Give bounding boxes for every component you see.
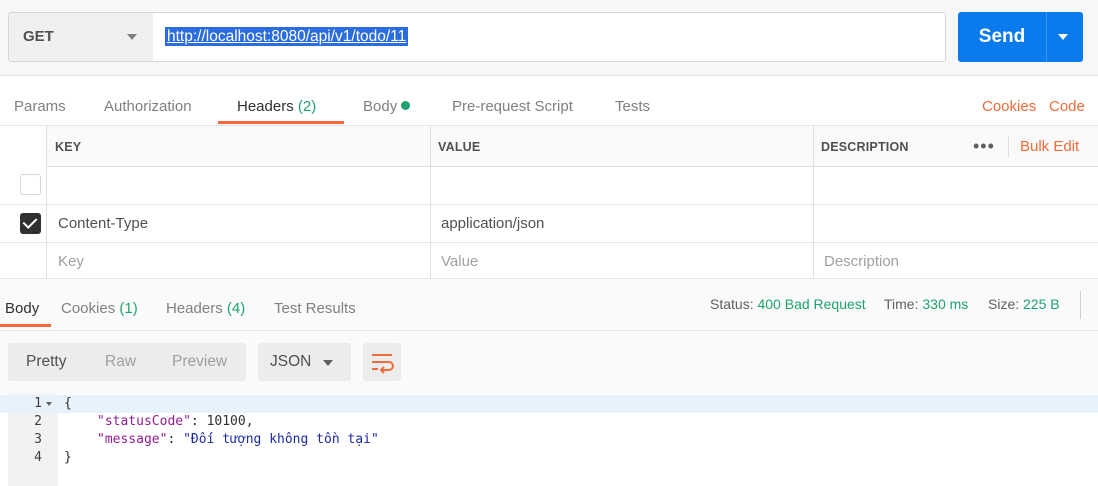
view-mode-group: Pretty Raw Preview [8,343,246,381]
col-key-header: KEY [55,140,82,154]
send-divider [1046,12,1047,62]
description-cell[interactable] [813,204,1098,242]
format-label: JSON [270,353,312,370]
key-cell[interactable]: Content-Type [46,204,431,242]
more-options-icon[interactable]: ••• [973,136,995,157]
format-select[interactable]: JSON [258,343,351,381]
url-text: http://localhost:8080/api/v1/todo/11 [165,27,409,46]
description-cell[interactable] [813,166,1098,204]
time-info: Time: 330 ms [884,296,969,312]
active-tab-indicator [218,121,344,124]
col-value-header: VALUE [438,140,481,154]
key-cell[interactable] [46,166,431,204]
code-line: 3 "message": "Đối tượng không tồn tại" [34,432,379,447]
value-cell[interactable]: application/json [430,204,814,242]
bulk-edit-link[interactable]: Bulk Edit [1020,138,1079,155]
code-line: 4 } [34,450,72,465]
row-enable-checkbox[interactable] [20,174,41,195]
status-info: Status: 400 Bad Request [710,296,866,312]
status-value[interactable]: 400 Bad Request [757,296,865,312]
tab-response-body[interactable]: Body [5,300,39,317]
table-header-row: KEY VALUE DESCRIPTION [46,126,1098,167]
time-value[interactable]: 330 ms [922,296,968,312]
method-select[interactable]: GET [8,12,154,62]
send-options-chevron-icon[interactable] [1058,34,1068,40]
code-line: 2 "statusCode": 10100, [34,414,254,429]
fold-arrow-icon[interactable] [46,402,52,406]
url-input[interactable]: http://localhost:8080/api/v1/todo/11 [153,12,946,62]
key-input[interactable]: Key [46,242,431,280]
size-value[interactable]: 225 B [1023,296,1060,312]
value-cell[interactable] [430,166,814,204]
tab-headers-label: Headers [237,98,294,115]
tab-response-headers[interactable]: Headers (4) [166,300,245,317]
tab-tests[interactable]: Tests [615,98,650,115]
table-row-new: Key Value Description [0,242,1098,280]
tab-body-label: Body [363,98,398,115]
response-active-tab-indicator [0,324,51,327]
send-button-group[interactable]: Send [958,12,1083,62]
tab-test-results[interactable]: Test Results [274,300,356,317]
response-toolbar: Pretty Raw Preview JSON [0,331,1098,394]
wrap-lines-button[interactable] [363,343,401,381]
view-preview-button[interactable]: Preview [172,353,227,371]
body-indicator-dot-icon [401,101,411,110]
chevron-down-icon [323,360,333,366]
tab-authorization[interactable]: Authorization [104,98,192,115]
chevron-down-icon [127,34,137,40]
col-description-header: DESCRIPTION [821,140,909,154]
tab-body[interactable]: Body [363,98,411,115]
method-label: GET [23,28,54,45]
code-link[interactable]: Code [1049,98,1085,115]
code-line: 1 { [0,395,1098,413]
request-tabs: Params Authorization Headers (2) Body Pr… [0,76,1098,126]
table-row [0,166,1098,205]
size-info: Size: 225 B [988,296,1060,312]
view-pretty-button[interactable]: Pretty [26,353,66,371]
tab-headers-count: (2) [297,98,317,115]
response-body-editor[interactable]: 1 { 2 "statusCode": 10100, 3 "message": … [0,394,1098,486]
tab-prerequest-script[interactable]: Pre-request Script [452,98,573,115]
table-row: Content-Type application/json [0,204,1098,243]
tab-params[interactable]: Params [14,98,66,115]
tab-headers[interactable]: Headers (2) [237,98,316,115]
send-button[interactable]: Send [958,12,1046,62]
response-tabs: Body Cookies (1) Headers (4) Test Result… [0,279,1098,331]
headers-table: KEY VALUE DESCRIPTION ••• Bulk Edit Cont… [0,126,1098,280]
value-input[interactable]: Value [430,242,814,280]
wrap-lines-icon [372,354,394,374]
tab-response-cookies[interactable]: Cookies (1) [61,300,138,317]
cookies-link[interactable]: Cookies [982,98,1036,115]
view-raw-button[interactable]: Raw [105,353,136,371]
row-enable-checkbox[interactable] [20,213,41,234]
description-input[interactable]: Description [813,242,1098,280]
